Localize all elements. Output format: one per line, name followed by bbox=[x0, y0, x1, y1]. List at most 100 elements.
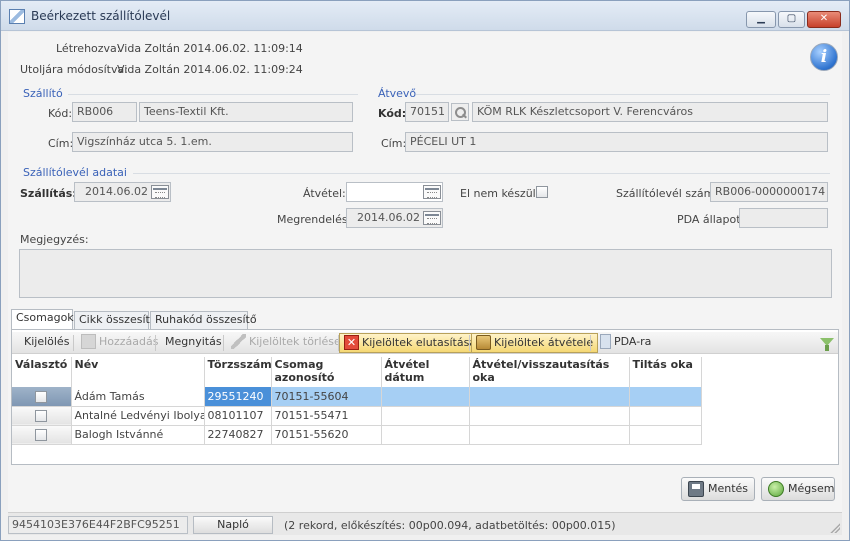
cancel-button-label: Mégsem bbox=[788, 482, 835, 495]
cell-reason[interactable] bbox=[469, 406, 630, 426]
cell-package-id[interactable]: 70151-55620 bbox=[271, 425, 382, 445]
status-bar: 9454103E376E44F2BFC95251 Napló (2 rekord… bbox=[8, 512, 842, 535]
cancel-button[interactable]: Mégsem bbox=[761, 477, 835, 501]
toolbar-separator bbox=[469, 335, 470, 351]
tab-item-summary[interactable]: Cikk összesítő bbox=[74, 311, 157, 329]
title-bar[interactable]: Beérkezett szállítólevél ▁ ▢ ✕ bbox=[1, 1, 849, 31]
calendar-icon[interactable] bbox=[423, 185, 441, 199]
reject-icon bbox=[344, 334, 359, 350]
column-header-package-id[interactable]: Csomag azonosító bbox=[271, 357, 382, 387]
accept-selected-button[interactable]: Kijelöltek átvétele bbox=[471, 333, 599, 353]
tab-packages[interactable]: Csomagok bbox=[11, 309, 74, 329]
delivery-section-title: Szállítólevél adatai bbox=[23, 166, 127, 179]
cell-reason[interactable] bbox=[469, 425, 630, 445]
cell-id[interactable]: 08101107 bbox=[204, 406, 272, 426]
status-info: (2 rekord, előkészítés: 00p00.094, adatb… bbox=[284, 519, 616, 532]
receiver-address-field[interactable]: PÉCELI UT 1 bbox=[405, 132, 828, 152]
reject-selected-label: Kijelöltek elutasítása bbox=[362, 336, 477, 349]
resize-grip-icon[interactable] bbox=[830, 523, 840, 533]
cell-name[interactable]: Ádám Tamás bbox=[71, 387, 205, 407]
cell-id[interactable]: 29551240 bbox=[204, 387, 272, 407]
info-icon[interactable]: i bbox=[810, 43, 838, 71]
table-row[interactable]: Ádám Tamás 29551240 70151-55604 bbox=[12, 387, 702, 407]
row-checkbox[interactable] bbox=[35, 390, 48, 403]
view-button[interactable]: Megnyitás bbox=[161, 333, 226, 353]
column-header-block-reason[interactable]: Tiltás oka bbox=[629, 357, 702, 387]
calendar-icon[interactable] bbox=[423, 211, 441, 225]
not-prepared-label: El nem készült: bbox=[460, 187, 544, 200]
cell-package-id[interactable]: 70151-55471 bbox=[271, 406, 382, 426]
row-selector[interactable] bbox=[12, 425, 72, 445]
created-label: Létrehozva: bbox=[56, 42, 121, 55]
window-title: Beérkezett szállítólevél bbox=[31, 9, 171, 23]
reject-selected-button[interactable]: Kijelöltek elutasítása bbox=[339, 333, 482, 353]
calendar-icon[interactable] bbox=[151, 185, 169, 199]
cell-reason[interactable] bbox=[469, 387, 630, 407]
cell-receipt-date[interactable] bbox=[381, 387, 470, 407]
row-selector[interactable] bbox=[12, 406, 72, 426]
log-button[interactable]: Napló bbox=[193, 516, 273, 534]
order-label: Megrendelés: bbox=[277, 213, 352, 226]
column-header-selector[interactable]: Választó bbox=[12, 357, 72, 387]
supplier-name-field[interactable]: Teens-Textil Kft. bbox=[139, 102, 353, 122]
delete-selected-button[interactable]: Kijelöltek törlése bbox=[227, 333, 345, 353]
cell-receipt-date[interactable] bbox=[381, 406, 470, 426]
modified-label: Utoljára módosítva: bbox=[20, 63, 128, 76]
supplier-divider bbox=[68, 94, 358, 95]
cancel-icon bbox=[768, 481, 784, 497]
app-icon bbox=[9, 9, 25, 24]
minimize-button[interactable]: ▁ bbox=[746, 11, 776, 28]
cell-block-reason[interactable] bbox=[629, 406, 702, 426]
comment-label: Megjegyzés: bbox=[20, 233, 89, 246]
supplier-code-field[interactable]: RB006 bbox=[72, 102, 137, 122]
close-button[interactable]: ✕ bbox=[807, 11, 841, 28]
receipt-label: Átvétel: bbox=[303, 187, 346, 200]
delete-selected-label: Kijelöltek törlése bbox=[249, 335, 341, 348]
save-button[interactable]: Mentés bbox=[681, 477, 755, 501]
row-selector[interactable] bbox=[12, 387, 72, 407]
row-checkbox[interactable] bbox=[35, 429, 48, 441]
pda-button[interactable]: PDA-ra bbox=[596, 333, 655, 353]
comment-textarea[interactable] bbox=[19, 249, 832, 298]
table-row[interactable]: Antalné Ledvényi Ibolya 08101107 70151-5… bbox=[12, 406, 702, 426]
add-icon bbox=[81, 333, 96, 349]
pda-status-field[interactable] bbox=[739, 208, 828, 228]
add-button[interactable]: Hozzáadás bbox=[77, 333, 163, 353]
receiver-name-field[interactable]: KÖM RLK Készletcsoport V. Ferencváros bbox=[472, 102, 828, 122]
cell-receipt-date[interactable] bbox=[381, 425, 470, 445]
column-header-name[interactable]: Név bbox=[71, 357, 205, 387]
shipping-label: Szállítás: bbox=[20, 187, 77, 200]
cell-name[interactable]: Balogh Istvánné bbox=[71, 425, 205, 445]
column-header-reason[interactable]: Átvétel/visszautasítás oka bbox=[469, 357, 630, 387]
filter-icon[interactable] bbox=[820, 336, 834, 352]
supplier-section-title: Szállító bbox=[23, 87, 63, 100]
toolbar-separator bbox=[223, 335, 224, 351]
table-row[interactable]: Balogh Istvánné 22740827 70151-55620 bbox=[12, 425, 702, 445]
cell-name[interactable]: Antalné Ledvényi Ibolya bbox=[71, 406, 205, 426]
cell-block-reason[interactable] bbox=[629, 387, 702, 407]
toolbar-separator bbox=[590, 335, 591, 351]
tab-clothing-code-summary[interactable]: Ruhakód összesítő bbox=[150, 311, 257, 329]
select-button[interactable]: Kijelölés bbox=[20, 333, 73, 353]
record-id-field[interactable]: 9454103E376E44F2BFC95251 bbox=[8, 516, 188, 534]
supplier-address-field[interactable]: Vigszínház utca 5. 1.em. bbox=[72, 132, 353, 152]
maximize-button[interactable]: ▢ bbox=[778, 11, 805, 28]
save-icon bbox=[688, 481, 704, 497]
column-header-receipt-date[interactable]: Átvétel dátum bbox=[381, 357, 470, 387]
receiver-code-field[interactable]: 70151 bbox=[405, 102, 449, 122]
search-icon[interactable] bbox=[451, 103, 469, 121]
cell-block-reason[interactable] bbox=[629, 425, 702, 445]
delivery-divider bbox=[133, 173, 830, 174]
note-number-field[interactable]: RB006-0000000174 bbox=[710, 182, 828, 202]
supplier-address-label: Cím: bbox=[48, 137, 74, 150]
cell-package-id[interactable]: 70151-55604 bbox=[271, 387, 382, 407]
receiver-section-title: Átvevő bbox=[378, 87, 417, 100]
pda-button-label: PDA-ra bbox=[614, 335, 652, 348]
row-checkbox[interactable] bbox=[35, 410, 48, 422]
window: Beérkezett szállítólevél ▁ ▢ ✕ Létrehozv… bbox=[0, 0, 850, 541]
pda-status-label: PDA állapot: bbox=[677, 213, 745, 226]
not-prepared-checkbox[interactable] bbox=[536, 186, 548, 198]
package-icon bbox=[476, 334, 491, 350]
column-header-id[interactable]: Törzsszám bbox=[204, 357, 272, 387]
cell-id[interactable]: 22740827 bbox=[204, 425, 272, 445]
